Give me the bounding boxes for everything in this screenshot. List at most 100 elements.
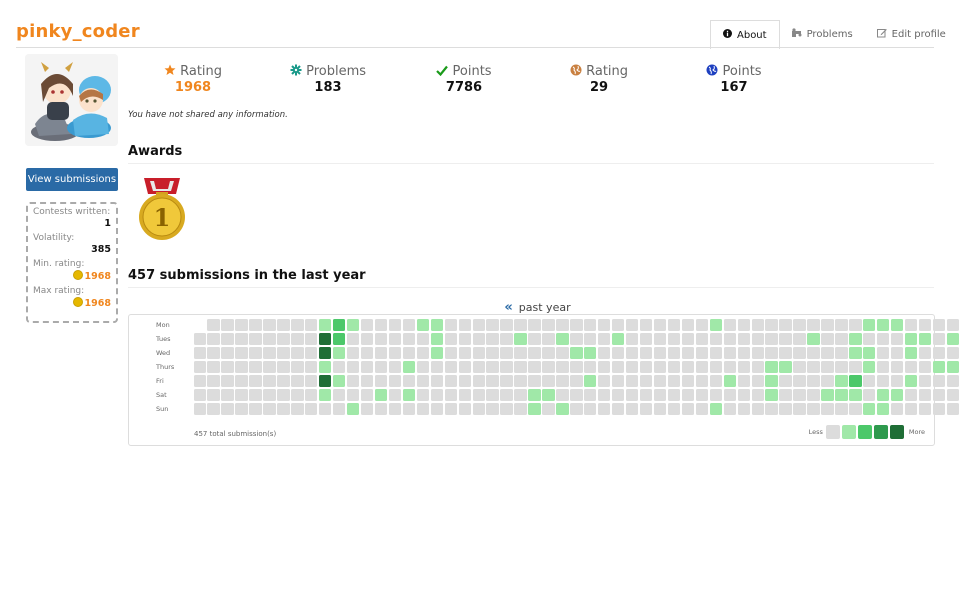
heatmap-cell[interactable] bbox=[207, 319, 220, 332]
heatmap-cell[interactable] bbox=[472, 319, 485, 332]
heatmap-cell[interactable] bbox=[765, 319, 778, 332]
heatmap-cell[interactable] bbox=[444, 332, 457, 346]
heatmap-cell[interactable] bbox=[388, 346, 402, 360]
heatmap-cell[interactable] bbox=[458, 402, 471, 416]
heatmap-cell[interactable] bbox=[793, 374, 806, 388]
heatmap-cell[interactable] bbox=[904, 374, 918, 388]
heatmap-cell[interactable] bbox=[612, 402, 625, 416]
heatmap-cell[interactable] bbox=[430, 360, 444, 374]
heatmap-cell[interactable] bbox=[751, 360, 764, 374]
heatmap-cell[interactable] bbox=[472, 346, 485, 360]
heatmap-cell[interactable] bbox=[904, 402, 918, 416]
heatmap-cell[interactable] bbox=[765, 332, 778, 346]
heatmap-cell[interactable] bbox=[918, 374, 932, 388]
heatmap-cell[interactable] bbox=[695, 319, 709, 332]
heatmap-cell[interactable] bbox=[291, 319, 304, 332]
heatmap-cell[interactable] bbox=[877, 360, 890, 374]
heatmap-cell[interactable] bbox=[918, 346, 932, 360]
heatmap-cell[interactable] bbox=[570, 346, 583, 360]
heatmap-cell[interactable] bbox=[653, 402, 667, 416]
heatmap-cell[interactable] bbox=[556, 319, 569, 332]
view-submissions-button[interactable]: View submissions bbox=[26, 168, 118, 191]
heatmap-cell[interactable] bbox=[193, 388, 206, 402]
heatmap-cell[interactable] bbox=[681, 319, 695, 332]
heatmap-cell[interactable] bbox=[500, 388, 513, 402]
heatmap-cell[interactable] bbox=[863, 332, 876, 346]
heatmap-cell[interactable] bbox=[319, 402, 332, 416]
heatmap-cell[interactable] bbox=[863, 346, 876, 360]
heatmap-cell[interactable] bbox=[765, 402, 778, 416]
heatmap-cell[interactable] bbox=[723, 319, 736, 332]
heatmap-cell[interactable] bbox=[416, 388, 430, 402]
heatmap-cell[interactable] bbox=[946, 319, 960, 332]
heatmap-cell[interactable] bbox=[793, 402, 806, 416]
heatmap-cell[interactable] bbox=[946, 388, 960, 402]
heatmap-cell[interactable] bbox=[444, 360, 457, 374]
heatmap-cell[interactable] bbox=[877, 319, 890, 332]
heatmap-cell[interactable] bbox=[221, 332, 234, 346]
heatmap-cell[interactable] bbox=[779, 360, 792, 374]
heatmap-cell[interactable] bbox=[472, 388, 485, 402]
heatmap-cell[interactable] bbox=[723, 360, 736, 374]
heatmap-cell[interactable] bbox=[737, 332, 750, 346]
heatmap-cell[interactable] bbox=[570, 388, 583, 402]
heatmap-cell[interactable] bbox=[737, 374, 750, 388]
heatmap-cell[interactable] bbox=[849, 319, 862, 332]
heatmap-cell[interactable] bbox=[751, 402, 764, 416]
heatmap-cell[interactable] bbox=[821, 402, 834, 416]
heatmap-cell[interactable] bbox=[319, 374, 332, 388]
heatmap-cell[interactable] bbox=[821, 346, 834, 360]
heatmap-cell[interactable] bbox=[556, 374, 569, 388]
heatmap-cell[interactable] bbox=[333, 346, 346, 360]
heatmap-cell[interactable] bbox=[681, 402, 695, 416]
heatmap-cell[interactable] bbox=[709, 332, 723, 346]
heatmap-cell[interactable] bbox=[542, 402, 555, 416]
heatmap-cell[interactable] bbox=[584, 374, 597, 388]
heatmap-cell[interactable] bbox=[528, 332, 541, 346]
heatmap-cell[interactable] bbox=[277, 402, 290, 416]
heatmap-cell[interactable] bbox=[918, 388, 932, 402]
heatmap-cell[interactable] bbox=[779, 402, 792, 416]
tab-about[interactable]: About bbox=[710, 20, 780, 49]
heatmap-cell[interactable] bbox=[793, 388, 806, 402]
heatmap-cell[interactable] bbox=[737, 346, 750, 360]
heatmap-cell[interactable] bbox=[849, 402, 862, 416]
heatmap-cell[interactable] bbox=[807, 319, 820, 332]
heatmap-cell[interactable] bbox=[625, 360, 639, 374]
heatmap-cell[interactable] bbox=[249, 374, 262, 388]
heatmap-cell[interactable] bbox=[695, 360, 709, 374]
heatmap-cell[interactable] bbox=[221, 388, 234, 402]
heatmap-cell[interactable] bbox=[667, 402, 681, 416]
heatmap-cell[interactable] bbox=[360, 402, 374, 416]
heatmap-cell[interactable] bbox=[751, 346, 764, 360]
heatmap-cell[interactable] bbox=[263, 360, 276, 374]
heatmap-cell[interactable] bbox=[458, 388, 471, 402]
heatmap-cell[interactable] bbox=[346, 402, 360, 416]
heatmap-cell[interactable] bbox=[249, 319, 262, 332]
heatmap-cell[interactable] bbox=[570, 332, 583, 346]
heatmap-cell[interactable] bbox=[946, 360, 960, 374]
heatmap-cell[interactable] bbox=[946, 374, 960, 388]
heatmap-cell[interactable] bbox=[765, 388, 778, 402]
heatmap-cell[interactable] bbox=[625, 402, 639, 416]
heatmap-cell[interactable] bbox=[667, 360, 681, 374]
heatmap-cell[interactable] bbox=[514, 319, 527, 332]
heatmap-cell[interactable] bbox=[877, 332, 890, 346]
heatmap-cell[interactable] bbox=[514, 388, 527, 402]
heatmap-cell[interactable] bbox=[765, 360, 778, 374]
heatmap-cell[interactable] bbox=[542, 360, 555, 374]
heatmap-cell[interactable] bbox=[765, 374, 778, 388]
heatmap-cell[interactable] bbox=[807, 374, 820, 388]
heatmap-cell[interactable] bbox=[346, 374, 360, 388]
heatmap-cell[interactable] bbox=[932, 319, 946, 332]
heatmap-cell[interactable] bbox=[946, 402, 960, 416]
heatmap-cell[interactable] bbox=[807, 402, 820, 416]
heatmap-cell[interactable] bbox=[472, 402, 485, 416]
heatmap-cell[interactable] bbox=[542, 319, 555, 332]
heatmap-cell[interactable] bbox=[486, 332, 499, 346]
heatmap-cell[interactable] bbox=[904, 360, 918, 374]
heatmap-cell[interactable] bbox=[249, 402, 262, 416]
heatmap-cell[interactable] bbox=[932, 360, 946, 374]
heatmap-cell[interactable] bbox=[291, 402, 304, 416]
heatmap-cell[interactable] bbox=[458, 319, 471, 332]
